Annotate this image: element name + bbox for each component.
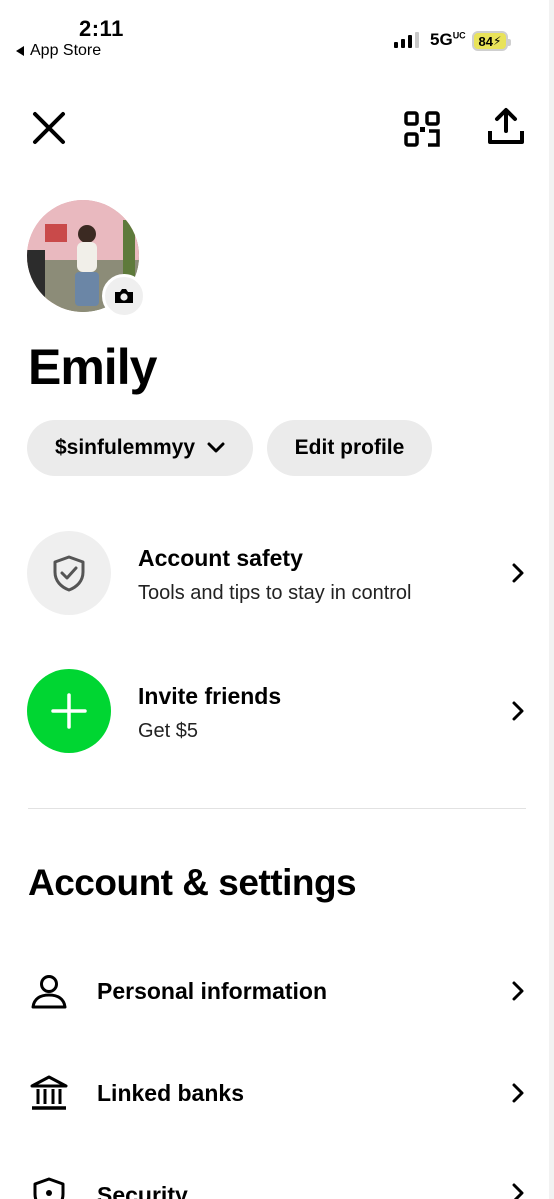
status-time: 2:11 (79, 16, 124, 41)
settings-item-label: Personal information (97, 978, 328, 1004)
back-triangle-icon (16, 46, 24, 56)
profile-name: Emily (28, 339, 157, 395)
shield-check-icon (53, 555, 85, 592)
edit-profile-button[interactable]: Edit profile (267, 420, 432, 476)
scroll-edge (549, 0, 554, 1199)
settings-item-label: Linked banks (97, 1080, 244, 1106)
battery-level: 84 (478, 33, 494, 49)
chevron-right-icon (512, 1083, 524, 1103)
shield-lock-icon (33, 1177, 65, 1199)
settings-item-linked-banks[interactable]: Linked banks (0, 1062, 554, 1126)
network-label: 5GUC (430, 30, 466, 49)
close-icon[interactable] (32, 111, 66, 145)
invite-friends-subtitle: Get $5 (138, 720, 199, 742)
account-safety-title: Account safety (138, 545, 303, 571)
bank-icon (30, 1075, 68, 1110)
account-safety-icon-wrap (27, 531, 111, 615)
cashtag-label: $sinfulemmyy (54, 436, 196, 459)
camera-icon (115, 289, 133, 303)
cashtag-dropdown[interactable]: $sinfulemmyy (27, 420, 253, 476)
signal-icon (394, 32, 419, 48)
share-icon[interactable] (487, 107, 525, 145)
plus-icon (51, 693, 87, 729)
chevron-down-icon (207, 442, 225, 453)
divider (28, 808, 526, 809)
battery-icon: 84 ⚡ (472, 31, 511, 51)
section-title: Account & settings (28, 862, 357, 903)
chevron-right-icon (512, 701, 524, 721)
account-safety-subtitle: Tools and tips to stay in control (138, 582, 412, 604)
chevron-right-icon (512, 563, 524, 583)
settings-item-personal-information[interactable]: Personal information (0, 960, 554, 1024)
invite-friends-title: Invite friends (138, 683, 282, 709)
chevron-right-icon (512, 1183, 524, 1199)
settings-item-label: Security (97, 1182, 188, 1199)
back-app-label: App Store (30, 42, 102, 59)
invite-friends-row[interactable]: Invite friends Get $5 (0, 658, 554, 768)
change-photo-button[interactable] (102, 274, 146, 318)
invite-friends-icon-wrap (27, 669, 111, 753)
back-to-app-link[interactable]: App Store (16, 42, 101, 60)
person-icon (31, 975, 67, 1009)
settings-item-security[interactable]: Security (0, 1164, 554, 1199)
qr-scan-icon[interactable] (404, 111, 440, 147)
account-safety-row[interactable]: Account safety Tools and tips to stay in… (0, 520, 554, 630)
chevron-right-icon (512, 981, 524, 1001)
